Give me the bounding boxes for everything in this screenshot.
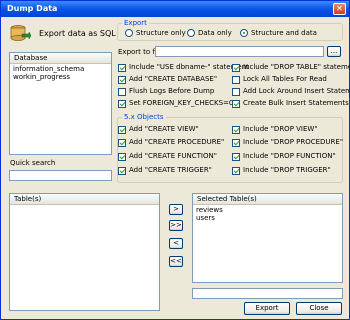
- checkbox: [118, 166, 126, 175]
- radio-structure-and-data[interactable]: Structure and data: [240, 29, 317, 38]
- checkbox: [232, 63, 240, 72]
- close-window-button[interactable]: ✕: [333, 3, 346, 15]
- checkbox: [232, 75, 240, 84]
- checkbox: [232, 152, 240, 161]
- option-label: Include "DROP FUNCTION": [243, 152, 336, 160]
- option-drop-view[interactable]: Include "DROP VIEW": [232, 125, 318, 134]
- tables-list[interactable]: Table(s): [9, 193, 160, 311]
- option-lock-tables[interactable]: Lock All Tables For Read: [232, 75, 327, 84]
- radio-circle-selected: [240, 29, 248, 37]
- option-label: Create Bulk Insert Statements: [243, 99, 349, 107]
- option-create-database[interactable]: Add "CREATE DATABASE": [118, 75, 217, 84]
- option-label: Lock All Tables For Read: [243, 75, 327, 83]
- window-title: Dump Data: [7, 4, 58, 13]
- checkbox: [118, 75, 126, 84]
- export-button[interactable]: Export: [244, 302, 290, 315]
- checkbox: [118, 99, 126, 108]
- option-label: Add "CREATE TRIGGER": [129, 166, 212, 174]
- header-text: Export data as SQL: [39, 29, 116, 38]
- option-use-dbname[interactable]: Include "USE dbname-" statement: [118, 63, 249, 72]
- selected-table-item[interactable]: reviews: [196, 206, 339, 214]
- option-label: Include "DROP TRIGGER": [243, 166, 331, 174]
- checkbox: [232, 166, 240, 175]
- close-button[interactable]: Close: [296, 302, 342, 315]
- checkbox: [118, 125, 126, 134]
- quick-search-input[interactable]: [9, 170, 112, 181]
- selected-tables-list[interactable]: Selected Table(s) reviews users: [192, 193, 343, 283]
- browse-button[interactable]: ...: [327, 46, 341, 57]
- radio-label: Data only: [198, 29, 232, 37]
- dump-data-window: Dump Data ✕ Export data as SQL Database …: [0, 0, 350, 320]
- option-drop-function[interactable]: Include "DROP FUNCTION": [232, 152, 336, 161]
- move-all-right-button[interactable]: >>: [169, 220, 183, 231]
- option-bulk-insert[interactable]: Create Bulk Insert Statements: [232, 99, 349, 108]
- radio-data-only[interactable]: Data only: [187, 29, 232, 38]
- option-create-procedure[interactable]: Add "CREATE PROCEDURE": [118, 138, 224, 147]
- option-create-function[interactable]: Add "CREATE FUNCTION": [118, 152, 217, 161]
- option-foreign-key-checks[interactable]: Set FOREIGN_KEY_CHECKS=0: [118, 99, 233, 108]
- option-label: Add "CREATE PROCEDURE": [129, 138, 225, 146]
- selected-table-item[interactable]: users: [196, 214, 339, 222]
- export-group: Export Structure only Data only Structur…: [117, 19, 343, 41]
- database-list-header: Database: [10, 53, 111, 64]
- option-label: Include "DROP TABLE" statement: [243, 63, 350, 71]
- tables-list-header: Table(s): [10, 194, 159, 205]
- checkbox: [118, 87, 126, 96]
- title-bar: Dump Data ✕: [1, 1, 349, 17]
- move-right-button[interactable]: >: [169, 204, 183, 215]
- option-lock-inserts[interactable]: Add Lock Around Insert Statements: [232, 87, 350, 96]
- option-drop-trigger[interactable]: Include "DROP TRIGGER": [232, 166, 331, 175]
- option-flush-logs[interactable]: Flush Logs Before Dump: [118, 87, 214, 96]
- export-file-input[interactable]: [155, 46, 324, 57]
- objects-5x-legend: 5.x Objects: [122, 113, 166, 121]
- database-item[interactable]: information_schema: [13, 65, 108, 73]
- option-label: Include "DROP PROCEDURE": [243, 138, 344, 146]
- option-label: Flush Logs Before Dump: [129, 87, 215, 95]
- option-label: Add "CREATE DATABASE": [129, 75, 218, 83]
- export-legend: Export: [122, 19, 149, 27]
- checkbox: [118, 138, 126, 147]
- radio-circle: [125, 29, 133, 37]
- checkbox: [232, 125, 240, 134]
- option-create-trigger[interactable]: Add "CREATE TRIGGER": [118, 166, 212, 175]
- radio-structure-only[interactable]: Structure only: [125, 29, 186, 38]
- selected-tables-filter-input[interactable]: [192, 288, 343, 299]
- radio-label: Structure only: [136, 29, 186, 37]
- checkbox: [232, 138, 240, 147]
- selected-tables-header: Selected Table(s): [193, 194, 342, 205]
- radio-label: Structure and data: [251, 29, 317, 37]
- option-label: Add "CREATE VIEW": [129, 125, 199, 133]
- option-label: Include "DROP VIEW": [243, 125, 318, 133]
- option-label: Add "CREATE FUNCTION": [129, 152, 217, 160]
- move-left-button[interactable]: <: [169, 238, 183, 249]
- database-export-icon: [10, 25, 31, 41]
- option-label: Add Lock Around Insert Statements: [243, 87, 350, 95]
- database-list[interactable]: Database information_schema workin_progr…: [9, 52, 112, 155]
- option-label: Set FOREIGN_KEY_CHECKS=0: [129, 99, 234, 107]
- radio-circle: [187, 29, 195, 37]
- checkbox: [118, 152, 126, 161]
- option-label: Include "USE dbname-" statement: [129, 63, 249, 71]
- option-drop-procedure[interactable]: Include "DROP PROCEDURE": [232, 138, 343, 147]
- database-item[interactable]: workin_progress: [13, 73, 108, 81]
- quick-search-label: Quick search: [10, 159, 56, 167]
- checkbox: [232, 87, 240, 96]
- checkbox: [118, 63, 126, 72]
- option-drop-table[interactable]: Include "DROP TABLE" statement: [232, 63, 350, 72]
- move-all-left-button[interactable]: <<: [169, 256, 183, 267]
- option-create-view[interactable]: Add "CREATE VIEW": [118, 125, 199, 134]
- checkbox: [232, 99, 240, 108]
